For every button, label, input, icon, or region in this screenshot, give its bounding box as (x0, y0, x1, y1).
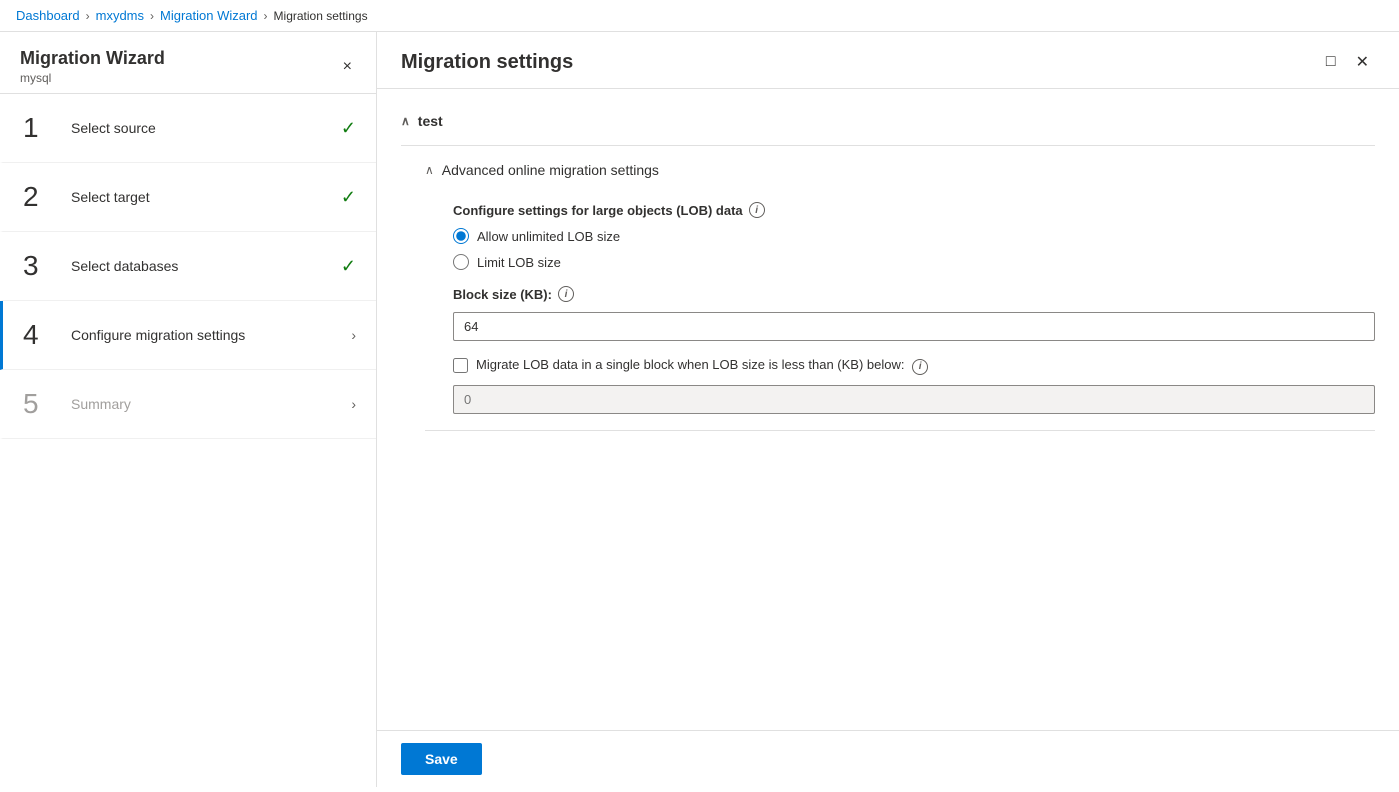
inner-collapse-arrow: ∧ (425, 163, 434, 177)
radio-unlimited-input[interactable] (453, 228, 469, 244)
block-size-info-icon[interactable]: i (558, 286, 574, 302)
breadcrumb-sep-3: › (264, 9, 268, 23)
sidebar-header: Migration Wizard mysql × (0, 32, 376, 94)
content-body: ∧ test ∧ Advanced online migration setti… (377, 89, 1399, 730)
step-4-arrow: › (351, 327, 356, 343)
step-4-number: 4 (23, 319, 59, 351)
lob-info-icon[interactable]: i (749, 202, 765, 218)
step-5-number: 5 (23, 388, 59, 420)
step-4[interactable]: 4 Configure migration settings › (0, 301, 376, 370)
step-5-label: Summary (71, 396, 351, 412)
step-5[interactable]: 5 Summary › (0, 370, 376, 439)
sidebar-subtitle: mysql (20, 71, 165, 85)
breadcrumb-migration-wizard[interactable]: Migration Wizard (160, 8, 258, 23)
breadcrumb-current: Migration settings (274, 9, 368, 23)
step-3[interactable]: 3 Select databases ✓ (0, 232, 376, 301)
test-section-collapse[interactable]: ∧ test (401, 105, 1375, 137)
section-test-label: test (418, 113, 443, 129)
step-1-check: ✓ (341, 118, 356, 139)
migrate-lob-checkbox-row: Migrate LOB data in a single block when … (453, 357, 1375, 375)
radio-limit-input[interactable] (453, 254, 469, 270)
breadcrumb-sep-2: › (150, 9, 154, 23)
section-divider-1 (401, 145, 1375, 146)
step-1[interactable]: 1 Select source ✓ (0, 94, 376, 163)
step-2-number: 2 (23, 181, 59, 213)
migrate-lob-group: Migrate LOB data in a single block when … (453, 357, 1375, 414)
migrate-lob-checkbox[interactable] (453, 358, 468, 373)
header-close-button[interactable]: ✕ (1350, 48, 1375, 76)
breadcrumb-mxydms[interactable]: mxydms (96, 8, 144, 23)
advanced-section-label: Advanced online migration settings (442, 162, 659, 178)
breadcrumb-dashboard[interactable]: Dashboard (16, 8, 80, 23)
block-size-label: Block size (KB): i (453, 286, 1375, 302)
breadcrumb-sep-1: › (86, 9, 90, 23)
migrate-lob-value-input (453, 385, 1375, 414)
radio-unlimited-option[interactable]: Allow unlimited LOB size (453, 228, 1375, 244)
step-4-label: Configure migration settings (71, 327, 351, 343)
step-3-number: 3 (23, 250, 59, 282)
radio-limit-label: Limit LOB size (477, 255, 561, 270)
maximize-button[interactable]: □ (1320, 48, 1342, 76)
lob-label: Configure settings for large objects (LO… (453, 202, 1375, 218)
header-icons: □ ✕ (1320, 48, 1375, 76)
block-size-group: Block size (KB): i (453, 286, 1375, 341)
page-title: Migration settings (401, 51, 573, 74)
step-2-check: ✓ (341, 187, 356, 208)
step-3-check: ✓ (341, 256, 356, 277)
main-layout: Migration Wizard mysql × 1 Select source… (0, 32, 1399, 787)
sidebar: Migration Wizard mysql × 1 Select source… (0, 32, 377, 787)
content-header: Migration settings □ ✕ (377, 32, 1399, 89)
block-size-input[interactable] (453, 312, 1375, 341)
step-1-label: Select source (71, 120, 341, 136)
content-area: Migration settings □ ✕ ∧ test ∧ Advanced… (377, 32, 1399, 787)
step-3-label: Select databases (71, 258, 341, 274)
radio-unlimited-label: Allow unlimited LOB size (477, 229, 620, 244)
inner-section: ∧ Advanced online migration settings Con… (401, 154, 1375, 431)
collapse-arrow-up: ∧ (401, 114, 410, 128)
save-button[interactable]: Save (401, 743, 482, 775)
migrate-lob-info-icon[interactable]: i (912, 359, 928, 375)
close-button[interactable]: × (339, 54, 356, 80)
advanced-section-collapse[interactable]: ∧ Advanced online migration settings (425, 154, 1375, 186)
step-2[interactable]: 2 Select target ✓ (0, 163, 376, 232)
breadcrumb: Dashboard › mxydms › Migration Wizard › … (0, 0, 1399, 32)
lob-form-group: Configure settings for large objects (LO… (453, 202, 1375, 270)
step-1-number: 1 (23, 112, 59, 144)
section-divider-2 (425, 430, 1375, 431)
migrate-lob-label: Migrate LOB data in a single block when … (476, 357, 928, 375)
content-footer: Save (377, 730, 1399, 787)
step-5-arrow: › (351, 396, 356, 412)
radio-limit-option[interactable]: Limit LOB size (453, 254, 1375, 270)
sidebar-title: Migration Wizard (20, 48, 165, 69)
step-2-label: Select target (71, 189, 341, 205)
